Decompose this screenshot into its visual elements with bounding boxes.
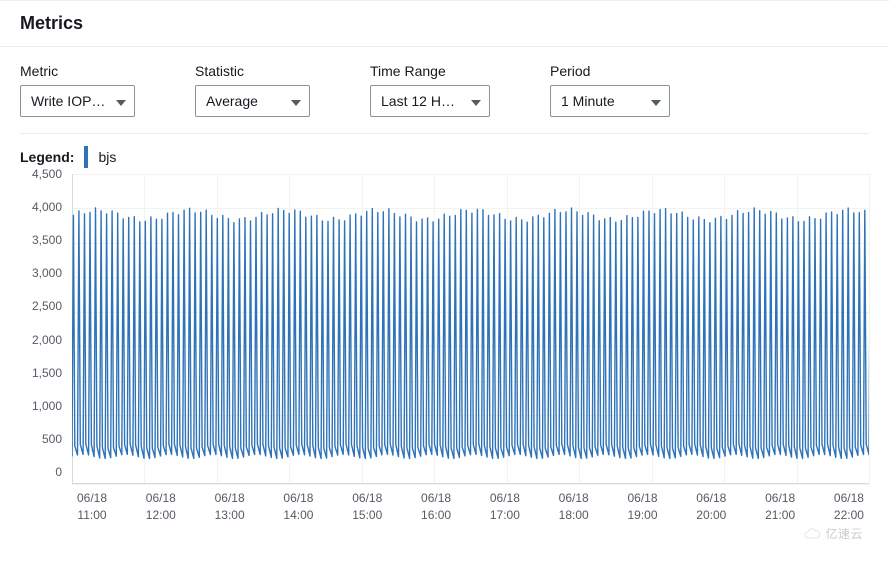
chart: 4,5004,0003,5003,0002,5002,0001,5001,000… bbox=[20, 174, 869, 544]
period-value: 1 Minute bbox=[561, 93, 615, 109]
period-dropdown[interactable]: 1 Minute bbox=[550, 85, 670, 117]
legend-swatch bbox=[84, 146, 88, 168]
statistic-label: Statistic bbox=[195, 63, 310, 79]
control-metric: Metric Write IOPS… bbox=[20, 63, 135, 117]
x-axis: 06/1811:00 06/1812:00 06/1813:00 06/1814:00… bbox=[72, 490, 869, 524]
statistic-dropdown[interactable]: Average bbox=[195, 85, 310, 117]
caret-down-icon bbox=[651, 93, 661, 109]
x-tick: 06/1817:00 bbox=[485, 490, 525, 524]
caret-down-icon bbox=[291, 93, 301, 109]
x-tick: 06/1815:00 bbox=[347, 490, 387, 524]
y-axis: 4,5004,0003,5003,0002,5002,0001,5001,000… bbox=[20, 174, 68, 484]
x-tick: 06/1816:00 bbox=[416, 490, 456, 524]
x-tick: 06/1814:00 bbox=[278, 490, 318, 524]
metric-dropdown[interactable]: Write IOPS… bbox=[20, 85, 135, 117]
x-tick: 06/1819:00 bbox=[623, 490, 663, 524]
page-title: Metrics bbox=[20, 13, 869, 34]
caret-down-icon bbox=[471, 93, 481, 109]
caret-down-icon bbox=[116, 93, 126, 109]
period-label: Period bbox=[550, 63, 670, 79]
legend-series-name: bjs bbox=[98, 149, 116, 165]
x-tick: 06/1822:00 bbox=[829, 490, 869, 524]
x-tick: 06/1820:00 bbox=[691, 490, 731, 524]
timerange-value: Last 12 Ho… bbox=[381, 93, 461, 109]
watermark: 亿速云 bbox=[803, 525, 863, 542]
timerange-dropdown[interactable]: Last 12 Ho… bbox=[370, 85, 490, 117]
line-series bbox=[72, 174, 869, 484]
control-period: Period 1 Minute bbox=[550, 63, 670, 117]
cloud-icon bbox=[803, 528, 821, 540]
y-tick: 500 bbox=[20, 433, 68, 445]
y-tick: 2,500 bbox=[20, 300, 68, 312]
watermark-text: 亿速云 bbox=[825, 525, 863, 542]
control-timerange: Time Range Last 12 Ho… bbox=[370, 63, 490, 117]
legend-row: Legend: bjs bbox=[0, 134, 889, 174]
statistic-value: Average bbox=[206, 93, 258, 109]
x-tick: 06/1811:00 bbox=[72, 490, 112, 524]
x-tick: 06/1812:00 bbox=[141, 490, 181, 524]
page-header: Metrics bbox=[0, 0, 889, 47]
metric-value: Write IOPS… bbox=[31, 93, 106, 109]
legend-label: Legend: bbox=[20, 149, 74, 165]
y-tick: 0 bbox=[20, 466, 68, 478]
y-tick: 4,500 bbox=[20, 168, 68, 180]
x-tick: 06/1813:00 bbox=[210, 490, 250, 524]
x-tick: 06/1818:00 bbox=[554, 490, 594, 524]
y-tick: 3,000 bbox=[20, 267, 68, 279]
y-tick: 4,000 bbox=[20, 201, 68, 213]
y-tick: 3,500 bbox=[20, 234, 68, 246]
x-tick: 06/1821:00 bbox=[760, 490, 800, 524]
timerange-label: Time Range bbox=[370, 63, 490, 79]
y-tick: 1,000 bbox=[20, 400, 68, 412]
control-statistic: Statistic Average bbox=[195, 63, 310, 117]
controls-row: Metric Write IOPS… Statistic Average Tim… bbox=[0, 47, 889, 117]
y-tick: 2,000 bbox=[20, 334, 68, 346]
metric-label: Metric bbox=[20, 63, 135, 79]
y-tick: 1,500 bbox=[20, 367, 68, 379]
